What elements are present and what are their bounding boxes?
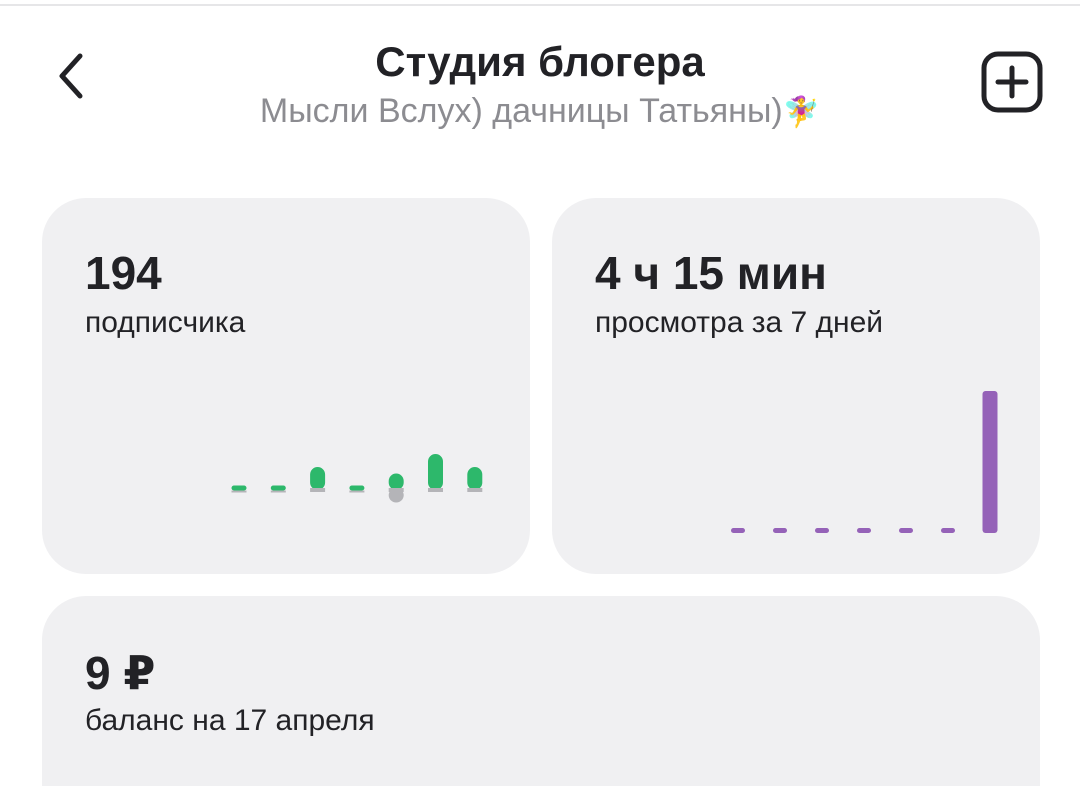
subscribers-bar <box>349 485 365 491</box>
page-title: Студия блогера <box>375 38 705 85</box>
subscribers-bar-base <box>349 490 365 493</box>
subscribers-bar <box>467 467 483 490</box>
views-chart <box>731 391 998 533</box>
channel-name: Мысли Вслух) дачницы Татьяны) <box>259 92 783 130</box>
plus-square-icon <box>981 51 1043 113</box>
views-bar <box>941 528 955 533</box>
header: Студия блогера Мысли Вслух) дачницы Тать… <box>0 0 1080 160</box>
views-bar <box>857 528 871 533</box>
fairy-emoji-icon: 🧚‍♀️ <box>782 96 821 129</box>
balance-card[interactable]: 9 ₽ баланс на 17 апреля <box>42 596 1040 786</box>
views-card[interactable]: 4 ч 15 мин просмотра за 7 дней <box>552 198 1040 574</box>
balance-label: баланс на 17 апреля <box>85 704 375 737</box>
subscribers-bar <box>270 485 286 491</box>
subscribers-bar-base <box>428 488 443 492</box>
views-bar <box>731 528 745 533</box>
balance-value: 9 ₽ <box>85 647 156 699</box>
subscribers-chart <box>231 454 483 503</box>
subscribers-bar <box>428 454 443 490</box>
subscribers-card[interactable]: 194 подписчика <box>42 198 530 574</box>
views-bar <box>815 528 829 533</box>
views-bar <box>899 528 913 533</box>
subscribers-bar <box>388 473 404 490</box>
views-bar <box>773 528 787 533</box>
subscribers-bar <box>231 485 247 491</box>
subscribers-bar-negative <box>388 488 404 503</box>
subscribers-bar-base <box>467 488 483 492</box>
subscribers-bar-base <box>310 488 326 492</box>
subscribers-bar-base <box>270 490 286 493</box>
page-subtitle: Мысли Вслух) дачницы Татьяны)🧚‍♀️ <box>0 92 1080 131</box>
views-bar <box>982 391 998 533</box>
subscribers-bar-base <box>231 490 247 493</box>
subscribers-bar <box>310 467 326 490</box>
add-button[interactable] <box>980 50 1044 114</box>
